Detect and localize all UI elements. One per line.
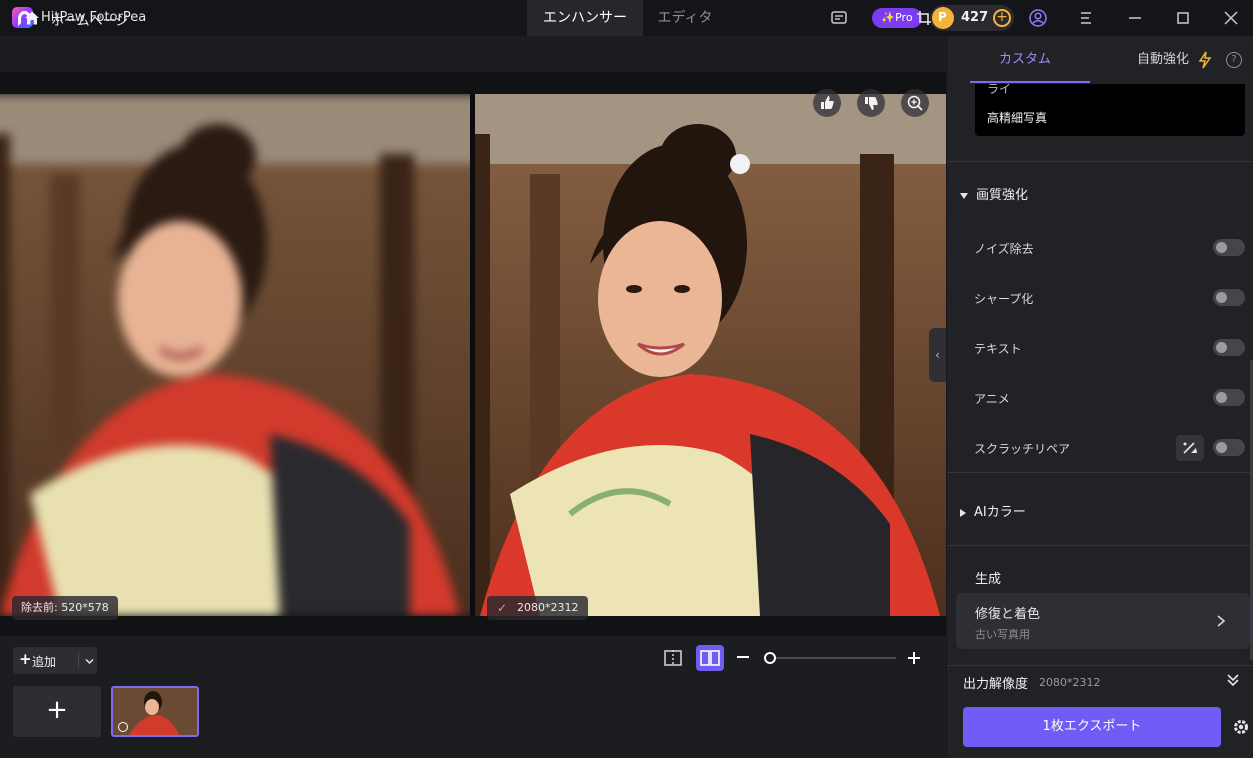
section-ai-color[interactable]: AIカラー — [960, 501, 1026, 520]
plus-icon: + — [19, 650, 32, 668]
sub-header — [0, 36, 946, 72]
option-noise-reduction-label: ノイズ除去 — [974, 242, 1034, 256]
crop-icon[interactable] — [916, 10, 932, 26]
panel-divider — [947, 665, 1253, 666]
chevron-right-icon — [1217, 615, 1226, 627]
zoom-slider[interactable] — [770, 657, 896, 659]
option-anime-label: アニメ — [974, 392, 1010, 406]
magnifier-icon — [907, 95, 923, 111]
close-icon[interactable] — [1221, 8, 1241, 28]
restore-colorize-card[interactable]: 修復と着色 古い写真用 — [956, 593, 1250, 649]
add-label: 追加 — [32, 655, 57, 669]
credits-count: 427 — [961, 10, 989, 25]
chevron-down-icon[interactable] — [85, 657, 94, 666]
before-size-label: 除去前: 520*578 — [12, 596, 118, 620]
feedback-icon[interactable] — [829, 8, 849, 28]
thumbs-up-icon — [821, 96, 834, 109]
panel-divider — [947, 472, 1253, 473]
home-icon[interactable] — [23, 9, 41, 27]
generation-title: 生成 — [975, 572, 1002, 587]
scratch-brush-button[interactable] — [1176, 435, 1204, 461]
toggle-scratch-repair[interactable] — [1213, 439, 1245, 456]
section-quality-enhance[interactable]: 画質強化 — [960, 184, 1028, 203]
option-scratch-repair-label: スクラッチリペア — [974, 442, 1071, 456]
side-by-side-view-button[interactable] — [696, 645, 724, 671]
tab-editor[interactable]: エディタ — [643, 0, 727, 36]
brush-icon — [1183, 442, 1197, 454]
zoom-out-icon[interactable] — [737, 656, 749, 658]
collapse-panel-handle[interactable]: ‹ — [929, 328, 946, 382]
after-photo-scene — [475, 94, 946, 616]
after-image[interactable] — [475, 94, 946, 616]
tab-custom[interactable]: カスタム — [960, 36, 1090, 84]
after-size-label: ✓ 2080*2312 — [487, 596, 588, 620]
gen-card-title: 修復と着色 — [975, 607, 1041, 622]
preset-item-hd-photo[interactable]: 高精細写真 — [987, 109, 1047, 126]
preset-item-cut[interactable]: ライ — [987, 80, 1011, 97]
section-quality-label: 画質強化 — [976, 188, 1029, 203]
tab-enhancer[interactable]: エンハンサー — [527, 0, 643, 36]
gen-card-subtitle: 古い写真用 — [975, 628, 1030, 641]
zoom-in-icon[interactable] — [907, 651, 921, 665]
image-thumbnail[interactable] — [111, 686, 199, 737]
add-button[interactable]: + 追加 — [13, 647, 97, 674]
add-separator — [78, 653, 79, 668]
dislike-button[interactable] — [857, 89, 885, 117]
add-image-tile[interactable]: + — [13, 686, 101, 737]
account-icon[interactable] — [1028, 8, 1048, 28]
coin-icon — [932, 7, 954, 29]
option-text-label: テキスト — [974, 342, 1022, 356]
zoom-slider-knob[interactable] — [764, 652, 776, 664]
info-icon[interactable] — [118, 722, 128, 732]
pro-badge[interactable]: ✨Pro — [872, 8, 922, 28]
section-ai-color-label: AIカラー — [974, 505, 1026, 520]
thumbs-down-icon — [865, 97, 878, 110]
home-link[interactable]: ホームページ — [51, 10, 128, 29]
panel-divider — [947, 545, 1253, 546]
side-by-side-icon — [700, 650, 720, 666]
split-view-icon[interactable] — [664, 650, 682, 666]
credits-pill[interactable]: 427 + — [930, 5, 1014, 31]
maximize-icon[interactable] — [1173, 8, 1193, 28]
help-icon[interactable]: ? — [1226, 52, 1242, 68]
export-button[interactable]: 1枚エクスポート — [963, 707, 1221, 747]
panel-divider — [947, 161, 1253, 162]
caret-down-icon — [960, 192, 968, 199]
check-icon: ✓ — [497, 601, 508, 615]
gear-icon[interactable] — [1232, 718, 1250, 736]
after-size-text: 2080*2312 — [517, 601, 579, 614]
toggle-anime[interactable] — [1213, 389, 1245, 406]
add-credits-icon[interactable]: + — [993, 9, 1011, 27]
option-sharpen-label: シャープ化 — [974, 292, 1034, 306]
like-button[interactable] — [813, 89, 841, 117]
minimize-icon[interactable] — [1125, 8, 1145, 28]
output-resolution-value: 2080*2312 — [1039, 676, 1101, 689]
zoom-in-button[interactable] — [901, 89, 929, 117]
toggle-sharpen[interactable] — [1213, 289, 1245, 306]
caret-right-icon — [960, 508, 966, 517]
output-resolution-label: 出力解像度 — [963, 677, 1029, 692]
menu-icon[interactable] — [1076, 8, 1096, 28]
double-chevron-down-icon[interactable] — [1226, 673, 1240, 687]
before-image[interactable] — [0, 94, 470, 616]
lightning-icon — [1198, 51, 1212, 69]
preset-list: ライ 高精細写真 — [975, 82, 1245, 136]
toggle-noise-reduction[interactable] — [1213, 239, 1245, 256]
toggle-text[interactable] — [1213, 339, 1245, 356]
before-photo-scene — [0, 94, 470, 616]
tab-auto-enhance[interactable]: 自動強化 — [1137, 36, 1189, 84]
